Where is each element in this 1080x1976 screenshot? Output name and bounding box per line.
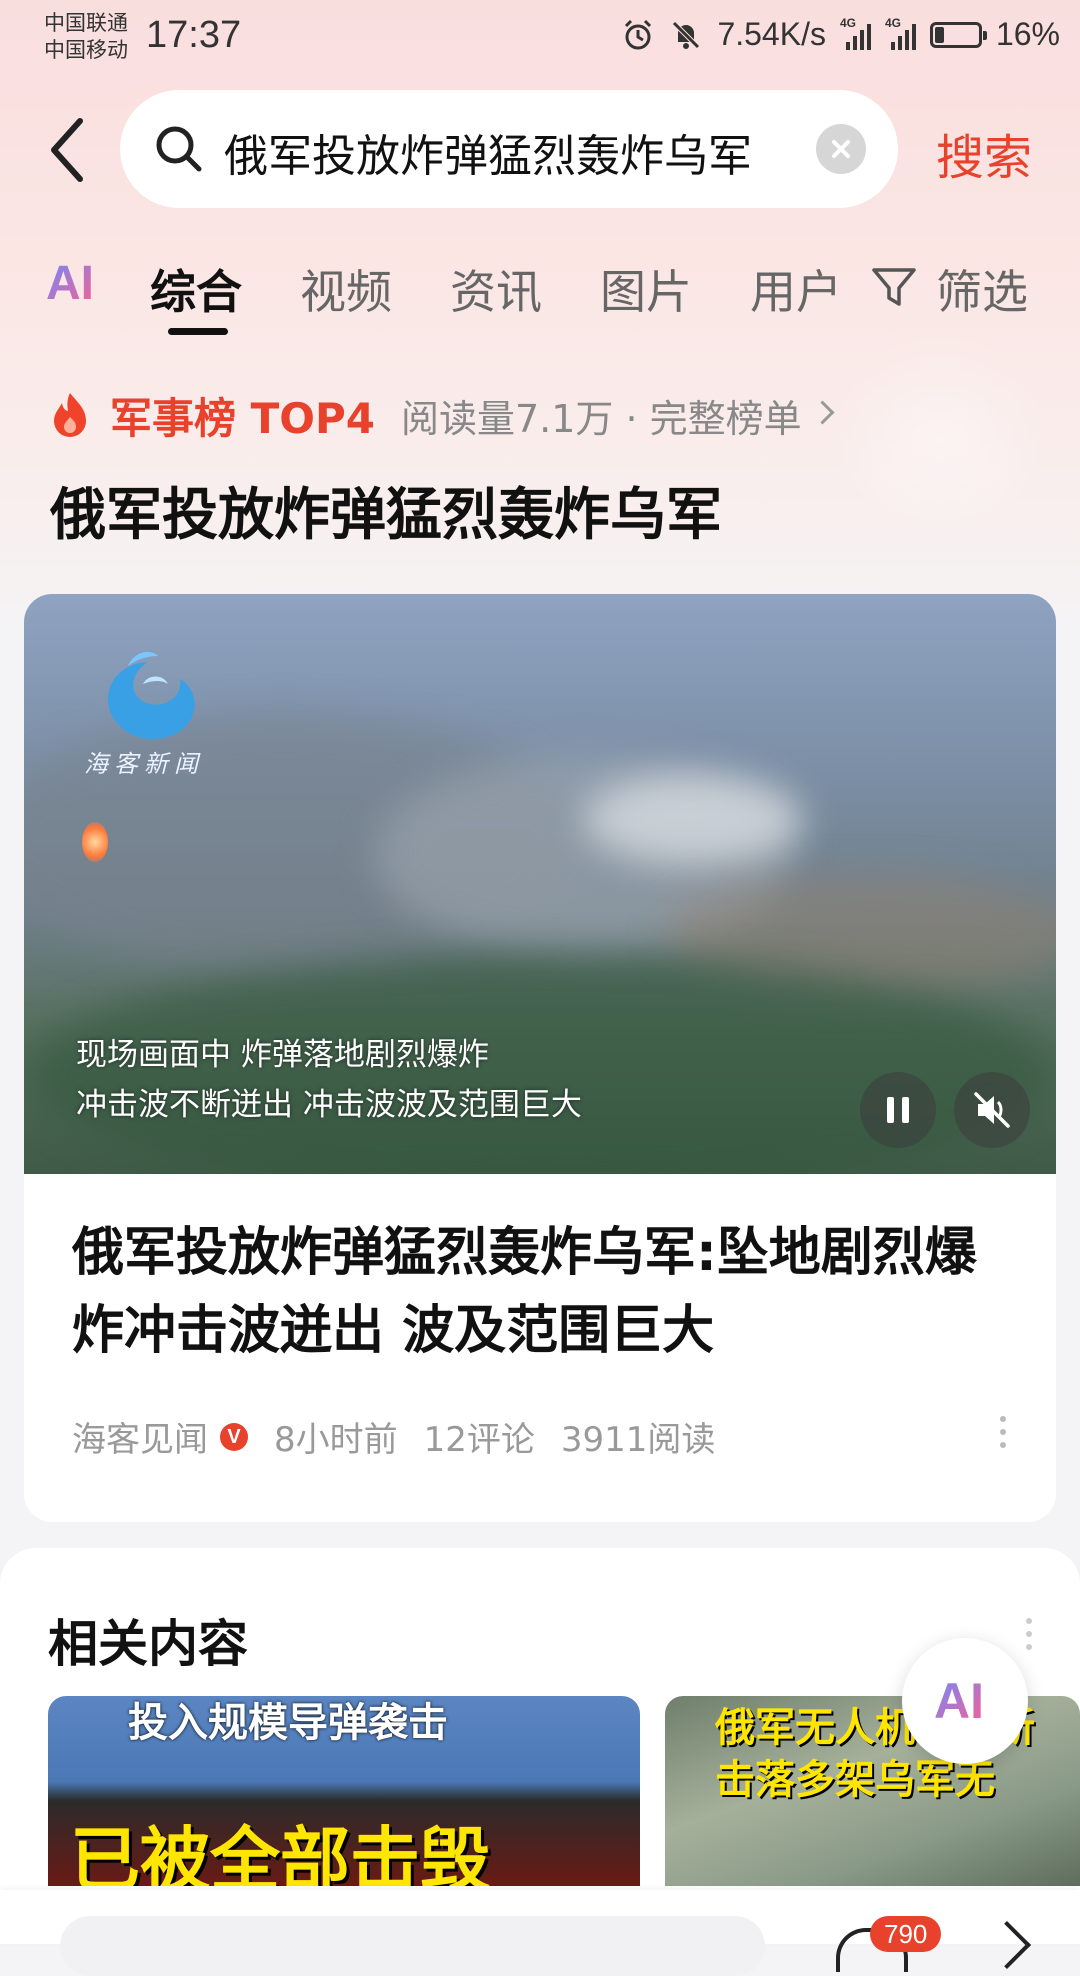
chevron-right-icon [810, 399, 835, 425]
source-name[interactable]: 海客见闻 [72, 1412, 208, 1461]
related-section: 相关内容 投入规模导弹袭击 已被全部击毁 俄军无人机利用新 击落多架乌军无 [0, 1548, 1080, 1944]
clear-icon[interactable] [816, 124, 866, 174]
logo-text: 海客新闻 [84, 750, 204, 778]
search-query[interactable]: 俄军投放炸弹猛烈轰炸乌军 [224, 120, 904, 184]
status-bar: 中国联通 中国移动 17:37 7.54K/s 4G 4G 16% [0, 0, 1080, 80]
related-title: 相关内容 [48, 1615, 248, 1673]
mute-icon [672, 20, 701, 49]
network-type-2: 4G [884, 15, 901, 30]
topic-title: 俄军投放炸弹猛烈轰炸乌军 [50, 483, 722, 548]
related-more-icon[interactable] [1026, 1618, 1034, 1657]
more-options-icon[interactable] [1000, 1416, 1008, 1456]
search-button[interactable]: 搜索 [936, 118, 1032, 188]
comment-count: 12评论 [423, 1420, 535, 1460]
carrier-2: 中国移动 [44, 38, 128, 62]
mute-button[interactable] [954, 1072, 1030, 1148]
search-input[interactable]: 俄军投放炸弹猛烈轰炸乌军 [120, 90, 898, 208]
share-icon[interactable] [982, 1920, 1032, 1970]
hot-rank-row[interactable]: 军事榜 TOP4 阅读量7.1万 · 完整榜单 [50, 385, 835, 445]
filter-icon[interactable] [870, 264, 918, 310]
comment-count-badge: 790 [870, 1916, 942, 1952]
ai-assistant-button[interactable]: AI [902, 1638, 1028, 1764]
tab-users[interactable]: 用户 [750, 256, 842, 322]
alarm-icon [625, 19, 652, 49]
tab-comprehensive[interactable]: 综合 [150, 256, 242, 322]
flame-icon [54, 393, 86, 437]
video-result-card[interactable]: 海客新闻 现场画面中 炸弹落地剧烈爆炸 冲击波不断迸出 冲击波波及范围巨大 俄军… [24, 594, 1056, 1522]
verified-badge-icon: V [220, 1422, 248, 1451]
thumb2-caption-line: 击落多架乌军无 [715, 1757, 995, 1803]
signal-icon: 4G [840, 16, 871, 50]
net-speed: 7.54K/s [717, 16, 826, 52]
status-time: 17:37 [146, 14, 242, 56]
explosion-glow [82, 822, 108, 862]
flame-decoration [840, 320, 1040, 520]
comment-input[interactable] [60, 1916, 765, 1976]
bottom-bar: 790 [0, 1890, 1080, 1976]
tab-ai[interactable]: AI [46, 256, 94, 311]
back-icon[interactable] [44, 115, 94, 185]
subtitle-line-1: 现场画面中 炸弹落地剧烈爆炸 [76, 1037, 489, 1073]
read-count: 3911阅读 [560, 1420, 716, 1460]
search-tabs: AI 综合 视频 资讯 图片 用户 筛选 [0, 250, 1080, 340]
video-player[interactable]: 海客新闻 现场画面中 炸弹落地剧烈爆炸 冲击波不断迸出 冲击波波及范围巨大 [24, 594, 1056, 1174]
filter-button[interactable]: 筛选 [936, 256, 1028, 322]
tab-images[interactable]: 图片 [600, 256, 692, 322]
tab-video[interactable]: 视频 [300, 256, 392, 322]
ai-label: AI [934, 1673, 984, 1729]
battery-charging-icon [929, 21, 987, 48]
rank-meta[interactable]: 阅读量7.1万 · 完整榜单 [401, 388, 802, 443]
speaker-muted-icon [974, 1092, 1010, 1128]
video-subtitles: 现场画面中 炸弹落地剧烈爆炸 冲击波不断迸出 冲击波波及范围巨大 [76, 1030, 582, 1130]
signal-icon-2: 4G [885, 16, 916, 50]
thumb1-caption-top: 投入规模导弹袭击 [128, 1700, 448, 1746]
search-icon [156, 126, 202, 172]
status-right: 7.54K/s 4G 4G 16% [621, 16, 1060, 53]
tab-news[interactable]: 资讯 [450, 256, 542, 322]
thumb1-caption-main: 已被全部击毁 [70, 1819, 490, 1886]
article-title[interactable]: 俄军投放炸弹猛烈轰炸乌军:坠地剧烈爆炸冲击波迸出 波及范围巨大 [72, 1214, 1022, 1370]
article-meta: 海客见闻 V 8小时前 12评论 3911阅读 [72, 1412, 741, 1461]
carrier-1: 中国联通 [44, 11, 128, 35]
haike-news-logo [108, 651, 195, 740]
related-thumb-1[interactable]: 投入规模导弹袭击 已被全部击毁 [48, 1696, 640, 1886]
battery-level: 16% [995, 16, 1060, 52]
active-tab-indicator [168, 328, 228, 335]
carrier-info: 中国联通 中国移动 [44, 10, 128, 64]
rank-label: 军事榜 TOP4 [110, 393, 375, 443]
pause-button[interactable] [860, 1072, 936, 1148]
subtitle-line-2: 冲击波不断迸出 冲击波波及范围巨大 [76, 1087, 582, 1123]
publish-time: 8小时前 [274, 1420, 398, 1460]
network-type-1: 4G [839, 15, 856, 30]
